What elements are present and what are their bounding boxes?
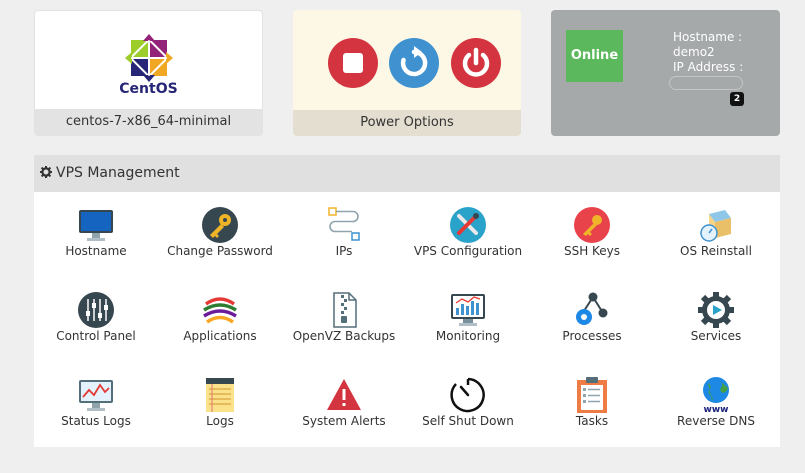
- panel-header: VPS Management: [34, 155, 780, 192]
- os-template-card: CentOS centos-7-x86_64-minimal: [34, 10, 263, 136]
- tile-status-logs[interactable]: Status Logs: [34, 362, 158, 434]
- gear-icon: [40, 166, 52, 178]
- os-template-name: centos-7-x86_64-minimal: [35, 109, 262, 135]
- tile-applications[interactable]: Applications: [158, 277, 282, 349]
- line-chart-icon: [79, 380, 113, 411]
- tile-processes[interactable]: Processes: [530, 277, 654, 349]
- tile-services[interactable]: Services: [654, 277, 778, 349]
- tile-label: OS Reinstall: [680, 244, 752, 258]
- logo-text: CentOS: [119, 81, 178, 97]
- ip-address-select[interactable]: [669, 76, 743, 90]
- power-off-button[interactable]: [451, 38, 501, 88]
- warning-icon: [327, 379, 361, 410]
- share-gear-icon: [576, 292, 608, 325]
- tile-label: Control Panel: [56, 329, 136, 343]
- tile-vps-configuration[interactable]: VPS Configuration: [406, 192, 530, 264]
- status-card: Online Hostname : demo2 IP Address : 2: [551, 10, 780, 136]
- chart-monitor-icon: [451, 294, 485, 326]
- panel-title: VPS Management: [56, 165, 180, 181]
- timer-icon: [450, 377, 485, 413]
- tile-label: Hostname: [65, 244, 127, 258]
- tile-reverse-dns[interactable]: www Reverse DNS: [654, 362, 778, 434]
- tile-openvz-backups[interactable]: OpenVZ Backups: [282, 277, 406, 349]
- ssh-key-icon: [574, 207, 610, 243]
- tile-label: Applications: [183, 329, 257, 343]
- tile-monitoring[interactable]: Monitoring: [406, 277, 530, 349]
- tile-label: SSH Keys: [563, 244, 621, 258]
- tile-label: Monitoring: [435, 329, 501, 343]
- tile-label: Logs: [206, 414, 234, 428]
- apps-icon: [203, 297, 237, 324]
- tile-label: Status Logs: [61, 414, 131, 428]
- tile-control-panel[interactable]: Control Panel: [34, 277, 158, 349]
- restart-icon: [400, 46, 428, 77]
- tile-os-reinstall[interactable]: OS Reinstall: [654, 192, 778, 264]
- tile-ssh-keys[interactable]: SSH Keys: [530, 192, 654, 264]
- globe-www-icon: www: [703, 377, 729, 414]
- tile-label: Services: [690, 329, 742, 343]
- hostname-value: demo2: [673, 45, 715, 59]
- tile-hostname[interactable]: Hostname: [34, 192, 158, 264]
- monitor-icon: [79, 210, 113, 241]
- sliders-icon: [78, 292, 114, 328]
- tile-label: OpenVZ Backups: [292, 329, 396, 343]
- tile-label: Change Password: [167, 244, 273, 258]
- online-status-badge: Online: [566, 30, 623, 82]
- tools-icon: [450, 207, 486, 243]
- centos-logo: CentOS: [35, 25, 262, 107]
- key-circle-icon: [202, 207, 238, 243]
- svg-text:www: www: [704, 405, 729, 414]
- power-options-label: Power Options: [293, 110, 521, 136]
- tile-system-alerts[interactable]: System Alerts: [282, 362, 406, 434]
- server-info: Hostname : demo2 IP Address :: [673, 30, 743, 75]
- clipboard-icon: [577, 377, 607, 413]
- ip-count-badge: 2: [730, 92, 744, 106]
- tile-label: Reverse DNS: [677, 414, 755, 428]
- power-options-card: Power Options: [293, 10, 521, 136]
- tile-label: Tasks: [575, 414, 609, 428]
- stop-button[interactable]: [328, 38, 378, 88]
- restart-button[interactable]: [389, 38, 439, 88]
- tile-label: Self Shut Down: [422, 414, 514, 428]
- tile-label: Processes: [562, 329, 622, 343]
- tile-self-shut-down[interactable]: Self Shut Down: [406, 362, 530, 434]
- notepad-icon: [206, 378, 234, 412]
- ip-address-label: IP Address :: [673, 60, 744, 74]
- vps-management-panel: VPS Management Hostname Change Password: [34, 155, 780, 447]
- zip-file-icon: [333, 292, 357, 328]
- power-icon: [462, 47, 490, 77]
- tile-label: IPs: [335, 244, 353, 258]
- tile-ips[interactable]: IPs: [282, 192, 406, 264]
- tile-logs[interactable]: Logs: [158, 362, 282, 434]
- tile-change-password[interactable]: Change Password: [158, 192, 282, 264]
- service-gear-icon: [698, 292, 734, 328]
- stop-icon: [343, 53, 363, 73]
- network-icon: [328, 207, 360, 241]
- tile-label: System Alerts: [302, 414, 386, 428]
- reinstall-icon: [700, 210, 731, 242]
- tile-label: VPS Configuration: [413, 244, 523, 258]
- tile-tasks[interactable]: Tasks: [530, 362, 654, 434]
- hostname-label: Hostname :: [673, 30, 743, 44]
